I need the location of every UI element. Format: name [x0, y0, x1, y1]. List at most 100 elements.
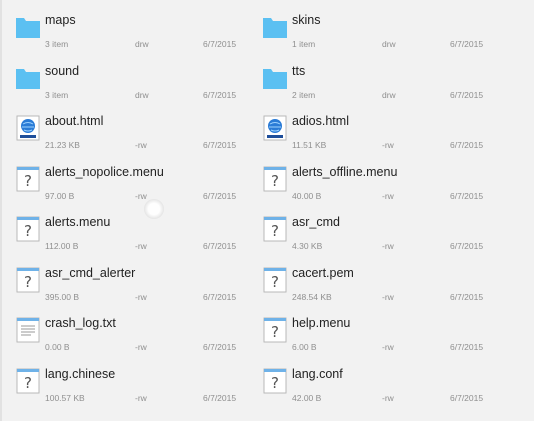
- file-item[interactable]: ? alerts.menu 112.00 B -rw 6/7/2015: [0, 207, 261, 258]
- file-size: 1 item: [292, 39, 316, 49]
- file-permissions: drw: [382, 39, 396, 49]
- svg-text:?: ?: [271, 273, 279, 291]
- file-date: 6/7/2015: [450, 241, 484, 251]
- file-permissions: -rw: [382, 241, 394, 251]
- file-permissions: drw: [382, 89, 396, 100]
- file-permissions: -rw: [382, 392, 394, 403]
- file-date: 6/7/2015: [450, 190, 484, 201]
- file-date: 6/7/2015: [450, 89, 484, 100]
- file-size: 3 item: [45, 39, 69, 49]
- html-file-icon: [263, 115, 287, 141]
- folder-icon: [16, 14, 40, 40]
- file-item[interactable]: ? help.menu 6.00 B -rw 6/7/2015: [261, 308, 534, 359]
- svg-text:?: ?: [271, 222, 279, 240]
- file-item[interactable]: ? asr_cmd 4.30 KB -rw 6/7/2015: [261, 207, 534, 258]
- file-size: 42.00 B: [292, 392, 322, 403]
- file-item[interactable]: ? asr_cmd_alerter 395.00 B -rw 6/7/2015: [0, 258, 261, 309]
- folder-icon: [263, 65, 287, 91]
- svg-text:?: ?: [271, 323, 279, 341]
- unknown-file-icon: ?: [263, 216, 287, 242]
- file-permissions: -rw: [382, 140, 394, 150]
- file-date: 6/7/2015: [203, 291, 237, 302]
- file-size: 395.00 B: [45, 291, 80, 302]
- file-name: asr_cmd: [292, 215, 340, 229]
- file-name: alerts_nopolice.menu: [45, 164, 164, 179]
- file-permissions: -rw: [382, 342, 394, 352]
- file-date: 6/7/2015: [203, 241, 237, 251]
- svg-text:?: ?: [24, 273, 32, 291]
- file-item[interactable]: adios.html 11.51 KB -rw 6/7/2015: [261, 106, 534, 157]
- file-item[interactable]: ? cacert.pem 248.54 KB -rw 6/7/2015: [261, 258, 534, 309]
- file-size: 21.23 KB: [45, 140, 80, 150]
- svg-text:?: ?: [271, 172, 279, 190]
- file-name: skins: [292, 13, 321, 27]
- file-grid: maps 3 item drw 6/7/2015 skins 1 item dr…: [0, 0, 534, 421]
- file-date: 6/7/2015: [203, 392, 237, 403]
- unknown-file-icon: ?: [16, 267, 40, 293]
- unknown-file-icon: ?: [263, 317, 287, 343]
- folder-icon: [16, 65, 40, 91]
- file-permissions: -rw: [382, 190, 394, 201]
- file-item[interactable]: skins 1 item drw 6/7/2015: [261, 5, 534, 56]
- file-name: alerts.menu: [45, 215, 111, 229]
- unknown-file-icon: ?: [16, 368, 40, 394]
- file-permissions: -rw: [135, 190, 147, 201]
- file-name: alerts_offline.menu: [292, 164, 398, 179]
- file-size: 6.00 B: [292, 342, 317, 352]
- unknown-file-icon: ?: [263, 368, 287, 394]
- file-name: lang.chinese: [45, 366, 116, 381]
- file-date: 6/7/2015: [203, 89, 237, 100]
- file-size: 4.30 KB: [292, 241, 323, 251]
- file-name: sound: [45, 63, 80, 78]
- file-item[interactable]: ? lang.chinese 100.57 KB -rw 6/7/2015: [0, 359, 261, 410]
- unknown-file-icon: ?: [263, 166, 287, 192]
- file-item[interactable]: about.html 21.23 KB -rw 6/7/2015: [0, 106, 261, 157]
- file-permissions: -rw: [382, 291, 394, 302]
- file-item[interactable]: tts 2 item drw 6/7/2015: [261, 56, 534, 107]
- file-permissions: -rw: [135, 241, 147, 251]
- file-item[interactable]: crash_log.txt 0.00 B -rw 6/7/2015: [0, 308, 261, 359]
- svg-text:?: ?: [24, 172, 32, 190]
- text-file-icon: [16, 317, 40, 343]
- unknown-file-icon: ?: [16, 216, 40, 242]
- file-item[interactable]: ? alerts_nopolice.menu 97.00 B -rw 6/7/2…: [0, 157, 261, 208]
- html-file-icon: [16, 115, 40, 141]
- file-permissions: drw: [135, 39, 149, 49]
- file-item[interactable]: sound 3 item drw 6/7/2015: [0, 56, 261, 107]
- svg-text:?: ?: [24, 222, 32, 240]
- file-name: tts: [292, 63, 306, 78]
- file-permissions: -rw: [135, 291, 147, 302]
- file-date: 6/7/2015: [203, 342, 237, 352]
- file-date: 6/7/2015: [450, 342, 484, 352]
- file-size: 3 item: [45, 89, 69, 100]
- file-name: adios.html: [292, 114, 349, 128]
- file-name: about.html: [45, 114, 104, 128]
- svg-text:?: ?: [24, 374, 32, 392]
- unknown-file-icon: ?: [263, 267, 287, 293]
- touch-ripple: [144, 199, 164, 219]
- file-permissions: drw: [135, 89, 149, 100]
- file-date: 6/7/2015: [203, 190, 237, 201]
- file-size: 97.00 B: [45, 190, 75, 201]
- file-permissions: -rw: [135, 342, 147, 352]
- file-date: 6/7/2015: [203, 140, 237, 150]
- file-date: 6/7/2015: [203, 39, 237, 49]
- file-size: 11.51 KB: [292, 140, 327, 150]
- file-permissions: -rw: [135, 392, 147, 403]
- file-name: cacert.pem: [292, 265, 354, 280]
- file-item[interactable]: maps 3 item drw 6/7/2015: [0, 5, 261, 56]
- file-item[interactable]: ? lang.conf 42.00 B -rw 6/7/2015: [261, 359, 534, 410]
- file-permissions: -rw: [135, 140, 147, 150]
- unknown-file-icon: ?: [16, 166, 40, 192]
- file-name: crash_log.txt: [45, 316, 116, 330]
- file-size: 0.00 B: [45, 342, 70, 352]
- svg-text:?: ?: [271, 374, 279, 392]
- file-date: 6/7/2015: [450, 39, 484, 49]
- file-name: help.menu: [292, 316, 351, 330]
- file-size: 100.57 KB: [45, 392, 85, 403]
- file-date: 6/7/2015: [450, 392, 484, 403]
- file-date: 6/7/2015: [450, 291, 484, 302]
- file-item[interactable]: ? alerts_offline.menu 40.00 B -rw 6/7/20…: [261, 157, 534, 208]
- file-name: asr_cmd_alerter: [45, 265, 136, 280]
- file-name: maps: [45, 13, 76, 27]
